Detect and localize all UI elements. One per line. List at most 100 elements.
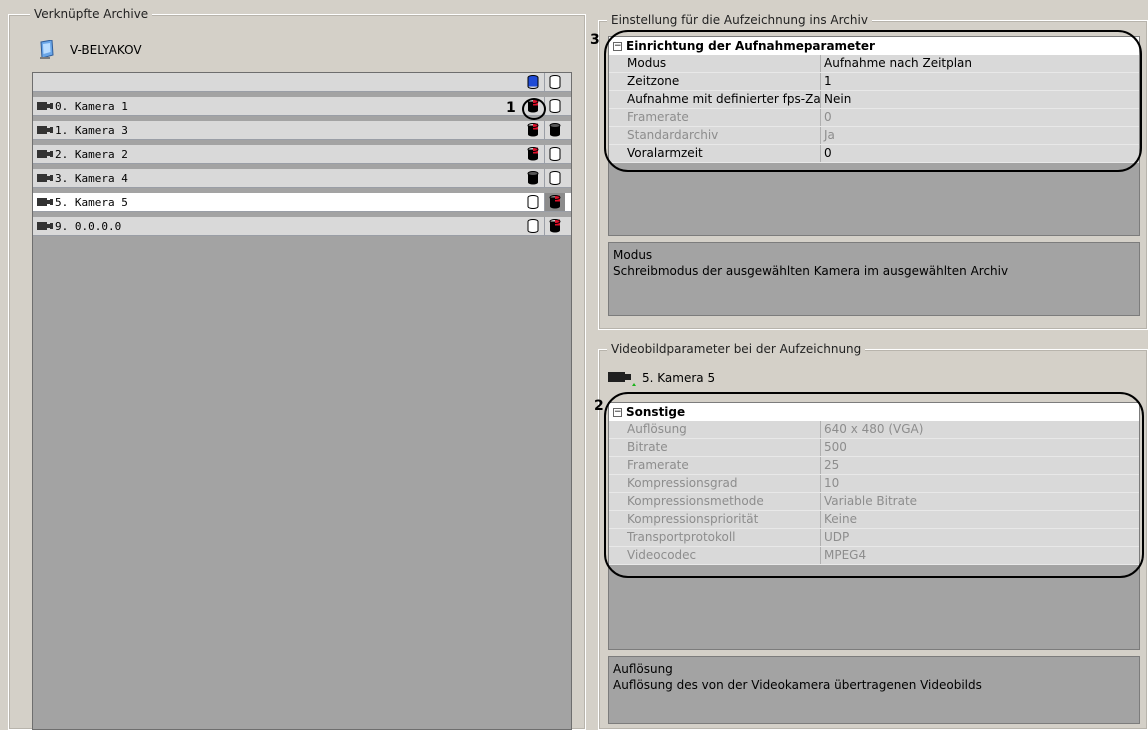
camera-label: 9. 0.0.0.0 bbox=[55, 219, 122, 233]
archive-slot-icon[interactable] bbox=[549, 171, 561, 185]
video-camera-label: 5. Kamera 5 bbox=[642, 371, 716, 385]
archive-slot-icon[interactable] bbox=[527, 195, 539, 209]
property-key: Voralarmzeit bbox=[609, 145, 821, 162]
property-row: Framerate 25 bbox=[609, 457, 1139, 475]
property-row: Standardarchiv Ja bbox=[609, 127, 1139, 145]
archive-property-grid[interactable]: − Einrichtung der Aufnahmeparameter Modu… bbox=[608, 36, 1140, 236]
property-row: Videocodec MPEG4 bbox=[609, 547, 1139, 565]
property-row[interactable]: Zeitzone 1 bbox=[609, 73, 1139, 91]
server-name: V-BELYAKOV bbox=[70, 43, 142, 57]
property-key: Kompressionsmethode bbox=[609, 493, 821, 510]
property-key: Kompressionspriorität bbox=[609, 511, 821, 528]
archive-slot-icon[interactable] bbox=[549, 99, 561, 113]
property-value[interactable]: 0 bbox=[821, 145, 1139, 162]
property-key: Transportprotokoll bbox=[609, 529, 821, 546]
property-key: Bitrate bbox=[609, 439, 821, 456]
property-value[interactable]: Nein bbox=[821, 91, 1139, 108]
collapse-icon[interactable]: − bbox=[613, 407, 622, 417]
property-key: Standardarchiv bbox=[609, 127, 821, 144]
camera-icon bbox=[37, 126, 53, 134]
category-einrichtung[interactable]: − Einrichtung der Aufnahmeparameter bbox=[609, 37, 1139, 55]
property-value[interactable]: 1 bbox=[821, 73, 1139, 90]
list-header bbox=[33, 73, 571, 92]
property-row: Kompressionsmethode Variable Bitrate bbox=[609, 493, 1139, 511]
property-row: Kompressionspriorität Keine bbox=[609, 511, 1139, 529]
property-key: Kompressionsgrad bbox=[609, 475, 821, 492]
property-value: Ja bbox=[821, 127, 1139, 144]
annotation-number-3: 3 bbox=[590, 32, 600, 48]
property-key: Aufnahme mit definierter fps-Za bbox=[609, 91, 821, 108]
video-settings-title: Videobildparameter bei der Aufzeichnung bbox=[607, 342, 866, 356]
property-key: Modus bbox=[609, 55, 821, 72]
camera-row[interactable]: 9. 0.0.0.0 bbox=[33, 217, 571, 236]
property-value: UDP bbox=[821, 529, 1139, 546]
property-key: Videocodec bbox=[609, 547, 821, 564]
camera-row[interactable]: 5. Kamera 5 bbox=[33, 193, 571, 212]
property-row: Auflösung 640 x 480 (VGA) bbox=[609, 421, 1139, 439]
property-key: Auflösung bbox=[609, 421, 821, 438]
property-row: Bitrate 500 bbox=[609, 439, 1139, 457]
camera-icon bbox=[37, 222, 53, 230]
camera-icon bbox=[37, 102, 53, 110]
property-value: 10 bbox=[821, 475, 1139, 492]
camera-row[interactable]: 2. Kamera 2 bbox=[33, 145, 571, 164]
server-icon bbox=[40, 40, 54, 59]
camera-icon bbox=[608, 372, 636, 386]
property-value: Keine bbox=[821, 511, 1139, 528]
camera-label: 5. Kamera 5 bbox=[55, 195, 128, 209]
camera-icon bbox=[37, 198, 53, 206]
archive-slot-icon[interactable] bbox=[549, 219, 561, 233]
archive-slot-icon[interactable] bbox=[527, 99, 539, 113]
linked-archives-title: Verknüpfte Archive bbox=[30, 7, 153, 21]
property-value: 640 x 480 (VGA) bbox=[821, 421, 1139, 438]
archive-desc-title: Modus bbox=[613, 248, 653, 262]
property-row[interactable]: Voralarmzeit 0 bbox=[609, 145, 1139, 163]
property-value: 0 bbox=[821, 109, 1139, 126]
property-row: Kompressionsgrad 10 bbox=[609, 475, 1139, 493]
property-key: Zeitzone bbox=[609, 73, 821, 90]
camera-row[interactable]: 3. Kamera 4 bbox=[33, 169, 571, 188]
property-row[interactable]: Modus Aufnahme nach Zeitplan bbox=[609, 55, 1139, 73]
camera-icon bbox=[37, 150, 53, 158]
archive-slot-icon[interactable] bbox=[549, 195, 561, 209]
archive-db-icon-2 bbox=[549, 75, 561, 89]
video-camera-row: 5. Kamera 5 bbox=[608, 370, 715, 386]
property-row: Transportprotokoll UDP bbox=[609, 529, 1139, 547]
property-value: 25 bbox=[821, 457, 1139, 474]
archive-desc-text: Schreibmodus der ausgewählten Kamera im … bbox=[613, 264, 1009, 278]
annotation-number-1: 1 bbox=[506, 100, 516, 116]
property-value: 500 bbox=[821, 439, 1139, 456]
camera-icon bbox=[37, 174, 53, 182]
camera-row[interactable]: 0. Kamera 1 bbox=[33, 97, 571, 116]
property-row: Framerate 0 bbox=[609, 109, 1139, 127]
property-value: Variable Bitrate bbox=[821, 493, 1139, 510]
video-desc-text: Auflösung des von der Videokamera übertr… bbox=[613, 678, 982, 692]
archive-slot-icon[interactable] bbox=[527, 171, 539, 185]
property-value: MPEG4 bbox=[821, 547, 1139, 564]
camera-label: 2. Kamera 2 bbox=[55, 147, 128, 161]
server-row[interactable]: V-BELYAKOV bbox=[38, 40, 142, 60]
video-description: Auflösung Auflösung des von der Videokam… bbox=[608, 656, 1140, 724]
archive-slot-icon[interactable] bbox=[549, 147, 561, 161]
archive-slot-icon[interactable] bbox=[527, 219, 539, 233]
archive-description: Modus Schreibmodus der ausgewählten Kame… bbox=[608, 242, 1140, 316]
category-sonstige[interactable]: − Sonstige bbox=[609, 403, 1139, 421]
annotation-number-2: 2 bbox=[594, 398, 604, 414]
camera-list[interactable]: 0. Kamera 1 1. Kamera 3 2. Kamera 2 3. Kame… bbox=[32, 72, 572, 730]
property-key: Framerate bbox=[609, 109, 821, 126]
video-property-grid[interactable]: − Sonstige Auflösung 640 x 480 (VGA) Bitra… bbox=[608, 402, 1140, 650]
camera-row[interactable]: 1. Kamera 3 bbox=[33, 121, 571, 140]
archive-slot-icon[interactable] bbox=[549, 123, 561, 137]
property-value[interactable]: Aufnahme nach Zeitplan bbox=[821, 55, 1139, 72]
archive-db-icon-1 bbox=[527, 75, 539, 89]
property-key: Framerate bbox=[609, 457, 821, 474]
camera-label: 1. Kamera 3 bbox=[55, 123, 128, 137]
collapse-icon[interactable]: − bbox=[613, 41, 622, 51]
archive-settings-title: Einstellung für die Aufzeichnung ins Arc… bbox=[607, 13, 872, 27]
camera-label: 3. Kamera 4 bbox=[55, 171, 128, 185]
archive-slot-icon[interactable] bbox=[527, 147, 539, 161]
video-desc-title: Auflösung bbox=[613, 662, 673, 676]
property-row[interactable]: Aufnahme mit definierter fps-Za Nein bbox=[609, 91, 1139, 109]
camera-label: 0. Kamera 1 bbox=[55, 99, 128, 113]
archive-slot-icon[interactable] bbox=[527, 123, 539, 137]
